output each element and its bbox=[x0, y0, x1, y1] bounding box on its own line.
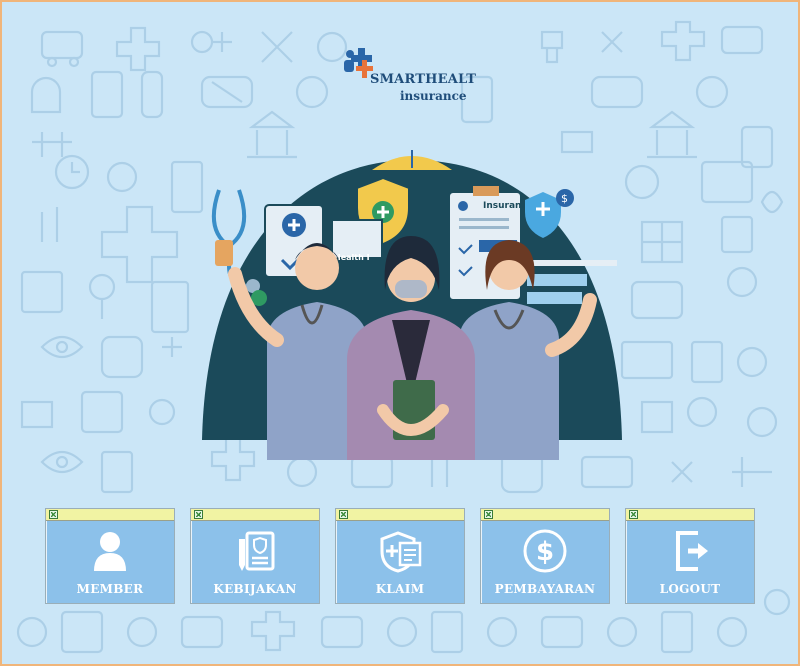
brand-title: SMARTHEALT bbox=[370, 72, 477, 87]
klaim-button[interactable]: KLAIM bbox=[335, 508, 465, 604]
button-titlebar bbox=[46, 509, 174, 521]
dollar-coin-icon: $ bbox=[523, 529, 567, 573]
medical-staff-illustration: Insurance $ Health I bbox=[202, 150, 622, 460]
logout-button[interactable]: LOGOUT bbox=[625, 508, 755, 604]
person-icon bbox=[94, 532, 126, 571]
logout-label: LOGOUT bbox=[659, 582, 721, 596]
claim-shield-icon bbox=[380, 531, 422, 573]
member-label: MEMBER bbox=[76, 582, 144, 596]
policy-document-icon bbox=[239, 531, 275, 571]
exit-door-icon bbox=[676, 531, 708, 571]
kebijakan-button[interactable]: KEBIJAKAN bbox=[190, 508, 320, 604]
svg-text:$: $ bbox=[536, 537, 554, 567]
pembayaran-button[interactable]: $ PEMBAYARAN bbox=[480, 508, 610, 604]
checkbox-icon bbox=[339, 510, 348, 519]
screen-text: Health I bbox=[334, 253, 370, 262]
member-button[interactable]: MEMBER bbox=[45, 508, 175, 604]
checkbox-icon bbox=[49, 510, 58, 519]
brand-logo: SMARTHEALT insurance bbox=[342, 46, 476, 106]
kebijakan-label: KEBIJAKAN bbox=[213, 582, 297, 596]
main-window: SMARTHEALT insurance Insurance $ Health … bbox=[0, 0, 800, 666]
button-titlebar bbox=[336, 509, 464, 521]
klaim-label: KLAIM bbox=[375, 582, 425, 596]
brand-subtitle: insurance bbox=[400, 89, 467, 103]
button-titlebar bbox=[626, 509, 754, 521]
pembayaran-label: PEMBAYARAN bbox=[494, 582, 596, 596]
svg-text:$: $ bbox=[561, 192, 568, 205]
button-titlebar bbox=[191, 509, 319, 521]
checkbox-icon bbox=[194, 510, 203, 519]
checkbox-icon bbox=[629, 510, 638, 519]
checkbox-icon bbox=[484, 510, 493, 519]
button-titlebar bbox=[481, 509, 609, 521]
